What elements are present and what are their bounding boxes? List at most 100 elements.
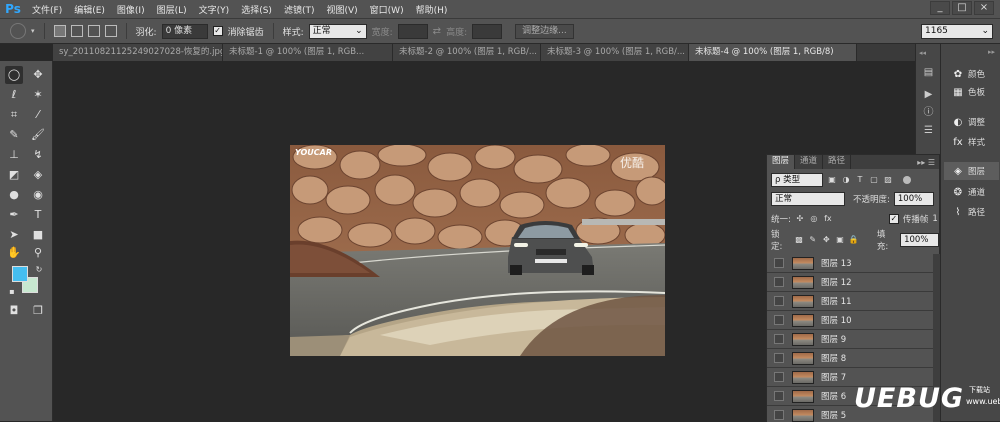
default-colors-icon[interactable]: ▪ bbox=[3, 283, 21, 301]
menu-help[interactable]: 帮助(H) bbox=[410, 3, 454, 16]
tab-document-5[interactable]: 未标题-4 @ 100% (图层 1, RGB/8) bbox=[689, 44, 857, 61]
menu-select[interactable]: 选择(S) bbox=[235, 3, 278, 16]
maximize-button[interactable]: □ bbox=[952, 1, 972, 15]
menu-image[interactable]: 图像(I) bbox=[111, 3, 151, 16]
add-selection-icon[interactable] bbox=[70, 25, 83, 37]
smart-object-filter-icon[interactable]: ▨ bbox=[883, 175, 893, 185]
magic-wand-tool-icon[interactable]: ✶ bbox=[29, 86, 47, 104]
dock-item-swatches[interactable]: ▦ 色板 bbox=[944, 83, 999, 101]
pixel-filter-icon[interactable]: ▣ bbox=[827, 175, 837, 185]
ellipse-marquee-tool-icon[interactable]: ◯ bbox=[5, 66, 23, 84]
tab-paths[interactable]: 路径 bbox=[823, 155, 852, 169]
menu-type[interactable]: 文字(Y) bbox=[193, 3, 236, 16]
propagate-frame-checkbox[interactable]: ✓ bbox=[888, 213, 899, 224]
hand-tool-icon[interactable]: ✋ bbox=[5, 244, 23, 262]
brush-tool-icon[interactable]: 🖌 bbox=[29, 126, 47, 144]
layer-row[interactable]: 图层 9 bbox=[767, 330, 933, 349]
width-input[interactable] bbox=[397, 23, 428, 39]
panel-menu-icon[interactable]: ▸▸ ☰ bbox=[917, 158, 935, 167]
height-input[interactable] bbox=[472, 23, 503, 39]
clone-stamp-tool-icon[interactable]: ⊥ bbox=[5, 146, 23, 164]
subtract-selection-icon[interactable] bbox=[87, 25, 100, 37]
swap-colors-icon[interactable]: ↻ bbox=[30, 261, 48, 279]
eraser-tool-icon[interactable]: ◩ bbox=[5, 166, 23, 184]
visibility-toggle[interactable] bbox=[774, 391, 784, 401]
shape-filter-icon[interactable]: ▢ bbox=[869, 175, 879, 185]
visibility-toggle[interactable] bbox=[774, 296, 784, 306]
dock-item-color[interactable]: ✿ 颜色 bbox=[944, 65, 999, 83]
visibility-toggle[interactable] bbox=[774, 334, 784, 344]
unify-visibility-icon[interactable]: ◎ bbox=[809, 214, 819, 224]
layer-row[interactable]: 图层 11 bbox=[767, 292, 933, 311]
opacity-input[interactable]: 100% bbox=[893, 191, 934, 206]
path-selection-tool-icon[interactable]: ➤ bbox=[5, 226, 23, 244]
type-tool-icon[interactable]: T bbox=[29, 206, 47, 224]
eyedropper-tool-icon[interactable]: ⁄ bbox=[29, 106, 47, 124]
lock-position-icon[interactable]: ✥ bbox=[822, 235, 832, 245]
layer-row[interactable]: 图层 12 bbox=[767, 273, 933, 292]
crop-tool-icon[interactable]: ⌗ bbox=[5, 106, 23, 124]
menu-file[interactable]: 文件(F) bbox=[26, 3, 68, 16]
tab-document-3[interactable]: 未标题-2 @ 100% (图层 1, RGB/... bbox=[393, 44, 541, 61]
paint-bucket-tool-icon[interactable]: ◈ bbox=[29, 166, 47, 184]
menu-layer[interactable]: 图层(L) bbox=[151, 3, 193, 16]
layer-row[interactable]: 图层 10 bbox=[767, 311, 933, 330]
dock-item-adjustments[interactable]: ◐ 调整 bbox=[944, 113, 999, 131]
image-canvas[interactable]: YOUCAR 优酷 bbox=[290, 145, 665, 356]
text-filter-icon[interactable]: T bbox=[855, 175, 865, 185]
refine-edge-button[interactable]: 调整边缘... bbox=[515, 23, 574, 39]
visibility-toggle[interactable] bbox=[774, 258, 784, 268]
visibility-toggle[interactable] bbox=[774, 410, 784, 420]
collapse-arrows-icon[interactable]: ◂◂ bbox=[919, 49, 926, 57]
zoom-tool-icon[interactable]: ⚲ bbox=[29, 244, 47, 262]
rectangle-tool-icon[interactable]: ■ bbox=[29, 226, 47, 244]
dock-item-paths[interactable]: ⌇ 路径 bbox=[944, 203, 999, 221]
properties-icon[interactable]: ☰ bbox=[921, 124, 936, 137]
menu-view[interactable]: 视图(V) bbox=[320, 3, 363, 16]
history-icon[interactable]: ▤ bbox=[921, 66, 936, 79]
layer-row[interactable]: 图层 13 bbox=[767, 254, 933, 273]
lasso-tool-icon[interactable]: ℓ bbox=[5, 86, 23, 104]
style-select[interactable]: 正常 ⌄ bbox=[308, 23, 367, 39]
quick-mask-icon[interactable]: ◘ bbox=[5, 302, 23, 320]
history-brush-tool-icon[interactable]: ↯ bbox=[29, 146, 47, 164]
visibility-toggle[interactable] bbox=[774, 315, 784, 325]
lock-all-icon[interactable]: 🔒 bbox=[849, 235, 859, 245]
intersect-selection-icon[interactable] bbox=[104, 25, 117, 37]
actions-icon[interactable]: ▶ bbox=[921, 88, 936, 101]
new-selection-icon[interactable] bbox=[53, 25, 66, 37]
lock-artboard-icon[interactable]: ▣ bbox=[835, 235, 845, 245]
menu-edit[interactable]: 编辑(E) bbox=[68, 3, 111, 16]
layer-row[interactable]: 图层 8 bbox=[767, 349, 933, 368]
info-icon[interactable]: ⓘ bbox=[921, 106, 936, 119]
close-button[interactable]: × bbox=[974, 1, 994, 15]
screen-mode-icon[interactable]: ❐ bbox=[29, 302, 47, 320]
feather-input[interactable]: 0 像素 bbox=[161, 23, 208, 39]
pen-tool-icon[interactable]: ✒ bbox=[5, 206, 23, 224]
move-tool-icon[interactable]: ✥ bbox=[29, 66, 47, 84]
tab-layers[interactable]: 图层 bbox=[767, 155, 796, 169]
unify-position-icon[interactable]: ✣ bbox=[795, 214, 805, 224]
dock-item-layers[interactable]: ◈ 图层 bbox=[944, 162, 999, 180]
visibility-toggle[interactable] bbox=[774, 353, 784, 363]
blur-tool-icon[interactable]: ● bbox=[5, 186, 23, 204]
dock-item-styles[interactable]: fx 样式 bbox=[944, 133, 999, 151]
tab-channels[interactable]: 通道 bbox=[795, 155, 824, 169]
antialias-checkbox[interactable]: ✓ bbox=[212, 26, 223, 36]
healing-brush-tool-icon[interactable]: ✎ bbox=[5, 126, 23, 144]
workspace-select[interactable]: 1165 ⌄ bbox=[921, 24, 993, 39]
swap-icon[interactable]: ⇄ bbox=[433, 26, 441, 37]
dodge-tool-icon[interactable]: ◉ bbox=[29, 186, 47, 204]
tab-document-1[interactable]: sy_20110821125249027028-恢复的.jpg @ 66.... bbox=[53, 44, 223, 61]
fill-input[interactable]: 100% bbox=[900, 232, 940, 247]
tab-document-4[interactable]: 未标题-3 @ 100% (图层 1, RGB/... bbox=[541, 44, 689, 61]
elliptical-marquee-icon[interactable] bbox=[10, 23, 26, 39]
minimize-button[interactable]: _ bbox=[930, 1, 950, 15]
visibility-toggle[interactable] bbox=[774, 372, 784, 382]
adjustment-filter-icon[interactable]: ◑ bbox=[841, 175, 851, 185]
visibility-toggle[interactable] bbox=[774, 277, 784, 287]
unify-style-icon[interactable]: fx bbox=[823, 214, 833, 224]
tab-document-2[interactable]: 未标题-1 @ 100% (图层 1, RGB... bbox=[223, 44, 393, 61]
menu-window[interactable]: 窗口(W) bbox=[364, 3, 410, 16]
filter-toggle-icon[interactable] bbox=[903, 175, 911, 184]
